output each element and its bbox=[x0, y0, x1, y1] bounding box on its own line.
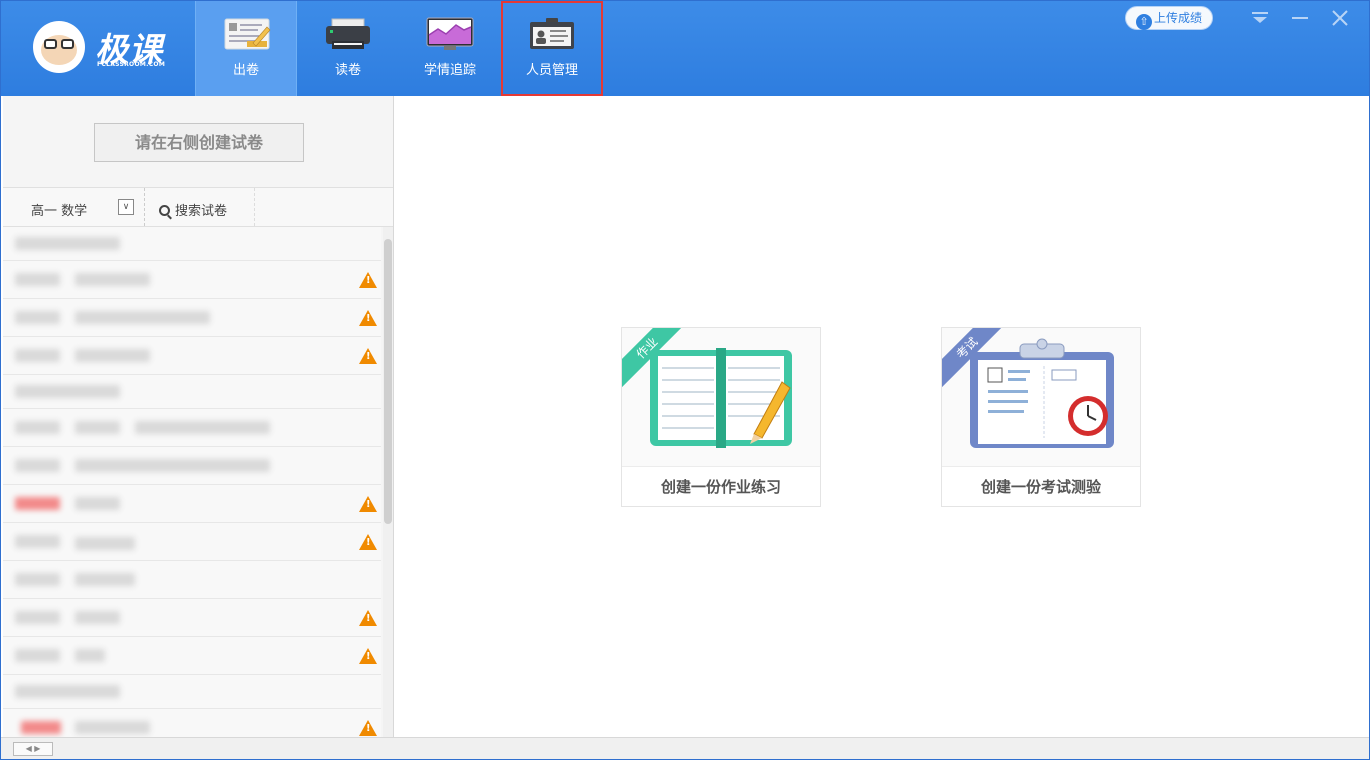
horizontal-scroll-arrows[interactable]: ◀ ▶ bbox=[13, 742, 53, 756]
list-item[interactable]: ! bbox=[3, 637, 381, 675]
upload-scores-button[interactable]: ⇧ 上传成绩 bbox=[1125, 6, 1213, 30]
warning-icon: ! bbox=[359, 534, 377, 550]
chart-tracking-icon bbox=[426, 17, 474, 51]
minimize-icon[interactable] bbox=[1289, 7, 1311, 29]
status-bar: ◀ ▶ bbox=[1, 737, 1369, 759]
list-scrollbar[interactable] bbox=[383, 227, 393, 737]
warning-icon: ! bbox=[359, 348, 377, 364]
upload-label: 上传成绩 bbox=[1153, 11, 1202, 25]
list-item[interactable]: ! bbox=[3, 599, 381, 637]
divider bbox=[144, 188, 145, 226]
search-icon bbox=[159, 205, 170, 216]
create-paper-prompt: 请在右侧创建试卷 bbox=[94, 123, 304, 162]
list-item[interactable] bbox=[3, 447, 381, 485]
nav-create-paper[interactable]: 出卷 bbox=[195, 1, 297, 96]
exam-paper-icon bbox=[223, 17, 271, 51]
sidebar: 请在右侧创建试卷 高一 数学 ∨ 搜索试卷 ! ! ! ! ! ! ! ! bbox=[3, 96, 394, 737]
nav-label: 人员管理 bbox=[525, 63, 578, 78]
list-item[interactable]: ! bbox=[3, 261, 381, 299]
top-bar: 极课 FCLASSROOM.COM 出卷 读卷 学情追踪 人员管理 ⇧ 上传成绩 bbox=[1, 1, 1369, 96]
list-item[interactable]: ! bbox=[3, 337, 381, 375]
warning-icon: ! bbox=[359, 496, 377, 512]
list-item[interactable] bbox=[3, 675, 381, 709]
list-item[interactable] bbox=[3, 227, 381, 261]
chevron-down-icon[interactable]: ∨ bbox=[118, 199, 134, 215]
divider bbox=[254, 188, 255, 226]
scanner-icon bbox=[324, 17, 372, 51]
id-card-icon bbox=[528, 17, 576, 51]
list-item[interactable]: ! bbox=[3, 523, 381, 561]
search-paper-button[interactable]: 搜索试卷 bbox=[159, 200, 227, 219]
warning-icon: ! bbox=[359, 648, 377, 664]
app-window: 极课 FCLASSROOM.COM 出卷 读卷 学情追踪 人员管理 ⇧ 上传成绩… bbox=[0, 0, 1370, 760]
homework-notebook-icon: 作业 bbox=[622, 328, 820, 466]
close-icon[interactable] bbox=[1329, 7, 1351, 29]
nav-read-paper[interactable]: 读卷 bbox=[297, 1, 399, 96]
list-item[interactable] bbox=[3, 561, 381, 599]
nav-label: 出卷 bbox=[232, 63, 259, 78]
filter-bar: 高一 数学 ∨ 搜索试卷 bbox=[3, 187, 393, 227]
list-item[interactable]: ! bbox=[3, 299, 381, 337]
create-exam-card[interactable]: 考试 创建一份考试测验 bbox=[941, 327, 1141, 507]
upload-arrow-icon: ⇧ bbox=[1135, 14, 1152, 30]
paper-list: ! ! ! ! ! ! ! ! bbox=[3, 227, 381, 737]
subject-selector[interactable]: 高一 数学 bbox=[31, 200, 87, 219]
list-item[interactable]: ! bbox=[3, 709, 381, 737]
list-item[interactable] bbox=[3, 409, 381, 447]
create-exam-label: 创建一份考试测验 bbox=[942, 466, 1140, 506]
app-logo: 极课 FCLASSROOM.COM bbox=[33, 17, 173, 77]
warning-icon: ! bbox=[359, 310, 377, 326]
warning-icon: ! bbox=[359, 720, 377, 736]
nav-learning-tracking[interactable]: 学情追踪 bbox=[399, 1, 501, 96]
exam-clipboard-icon: 考试 bbox=[942, 328, 1140, 466]
logo-subtext: FCLASSROOM.COM bbox=[97, 61, 166, 68]
list-item[interactable]: ! bbox=[3, 485, 381, 523]
warning-icon: ! bbox=[359, 272, 377, 288]
warning-icon: ! bbox=[359, 610, 377, 626]
create-homework-card[interactable]: 作业 创建一份作业练习 bbox=[621, 327, 821, 507]
nav-label: 学情追踪 bbox=[423, 63, 476, 78]
scrollbar-thumb[interactable] bbox=[384, 239, 392, 524]
mascot-icon bbox=[33, 21, 85, 73]
nav-label: 读卷 bbox=[334, 63, 361, 78]
list-item[interactable] bbox=[3, 375, 381, 409]
search-label: 搜索试卷 bbox=[175, 204, 228, 219]
menu-dropdown-icon[interactable] bbox=[1249, 7, 1271, 29]
create-homework-label: 创建一份作业练习 bbox=[622, 466, 820, 506]
nav-personnel-management[interactable]: 人员管理 bbox=[501, 1, 603, 96]
